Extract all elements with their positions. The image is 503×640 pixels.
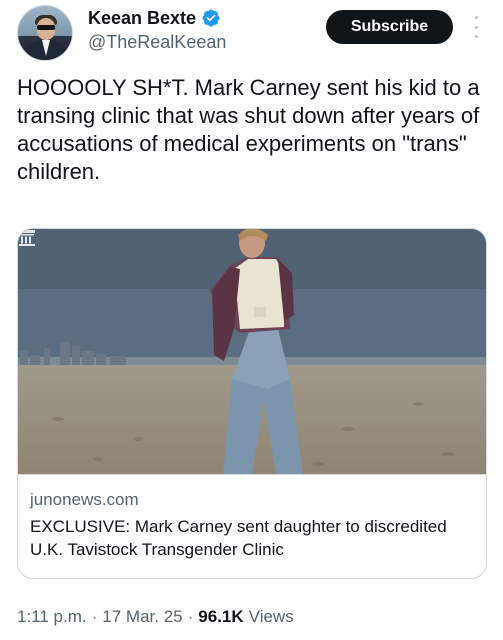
more-dot [474, 35, 478, 38]
link-card[interactable]: junonews.com EXCLUSIVE: Mark Carney sent… [17, 228, 487, 579]
more-vertical-icon[interactable] [468, 12, 484, 42]
author-name-row: Keean Bexte [88, 6, 221, 30]
subscribe-button[interactable]: Subscribe [326, 10, 453, 44]
views-count[interactable]: 96.1K [198, 607, 243, 627]
reader-mode-icon[interactable] [18, 229, 36, 247]
separator-dot: · [91, 607, 98, 626]
tweet-text: HOOOOLY SH*T. Mark Carney sent his kid t… [17, 75, 480, 184]
author-avatar[interactable] [17, 5, 73, 61]
author-display-name[interactable]: Keean Bexte [88, 8, 196, 29]
beach-scene-image [18, 229, 486, 474]
card-title: EXCLUSIVE: Mark Carney sent daughter to … [30, 517, 447, 559]
more-dot [474, 16, 478, 19]
more-dot [474, 25, 478, 29]
tweet-footer: 1:11 p.m. · 17 Mar. 25 · 96.1K Views [17, 607, 294, 627]
card-image[interactable] [18, 229, 486, 474]
separator-dot: · [187, 607, 194, 626]
views-label: Views [248, 607, 294, 626]
verified-badge-icon [202, 9, 220, 27]
tweet-header: Keean Bexte @TheRealKeean Subscribe [0, 0, 503, 68]
card-meta[interactable]: junonews.com EXCLUSIVE: Mark Carney sent… [18, 474, 486, 578]
tweet-date[interactable]: 17 Mar. 25 [102, 607, 182, 627]
card-domain: junonews.com [30, 490, 139, 509]
tweet-time[interactable]: 1:11 p.m. [17, 607, 87, 627]
author-handle[interactable]: @TheRealKeean [88, 32, 226, 53]
avatar-glasses [37, 25, 55, 30]
